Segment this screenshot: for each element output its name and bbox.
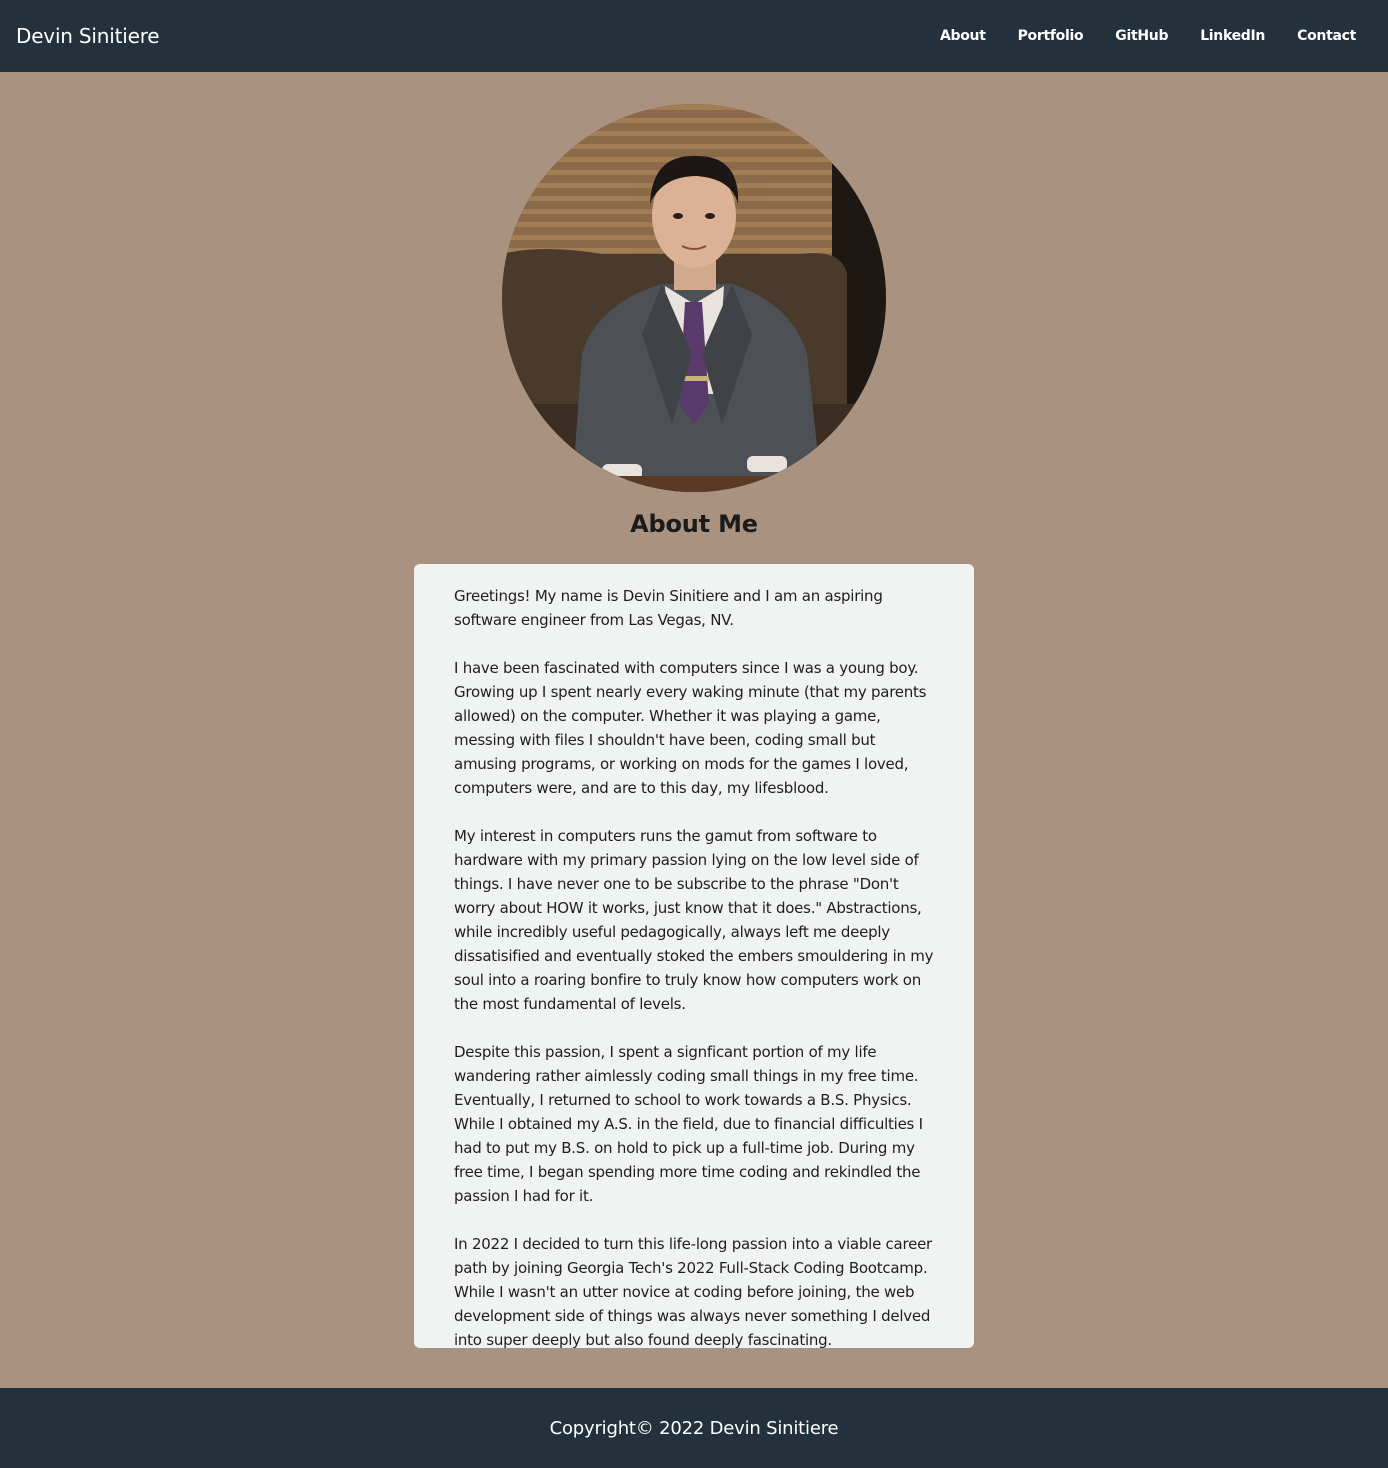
nav-link-portfolio[interactable]: Portfolio [1018, 28, 1084, 44]
copyright-text: Copyright© 2022 Devin Sinitiere [549, 1417, 839, 1439]
nav-links: About Portfolio GitHub LinkedIn Contact [940, 28, 1356, 44]
navbar: Devin Sinitiere About Portfolio GitHub L… [0, 0, 1388, 72]
brand-link[interactable]: Devin Sinitiere [16, 24, 160, 48]
about-card: Greetings! My name is Devin Sinitiere an… [414, 564, 974, 1349]
about-paragraph: In 2022 I decided to turn this life-long… [454, 1235, 932, 1349]
nav-link-about[interactable]: About [940, 28, 986, 44]
about-paragraph: I have been fascinated with computers si… [454, 659, 927, 797]
nav-link-contact[interactable]: Contact [1297, 28, 1356, 44]
about-title: About Me [630, 510, 758, 538]
profile-photo [502, 104, 886, 492]
about-paragraph: Greetings! My name is Devin Sinitiere an… [454, 587, 883, 629]
about-paragraph: My interest in computers runs the gamut … [454, 827, 934, 1013]
nav-link-linkedin[interactable]: LinkedIn [1200, 28, 1265, 44]
footer: Copyright© 2022 Devin Sinitiere [0, 1388, 1388, 1468]
nav-link-github[interactable]: GitHub [1115, 28, 1168, 44]
about-paragraph: Despite this passion, I spent a signfica… [454, 1043, 923, 1205]
profile-photo-illustration [502, 104, 886, 492]
